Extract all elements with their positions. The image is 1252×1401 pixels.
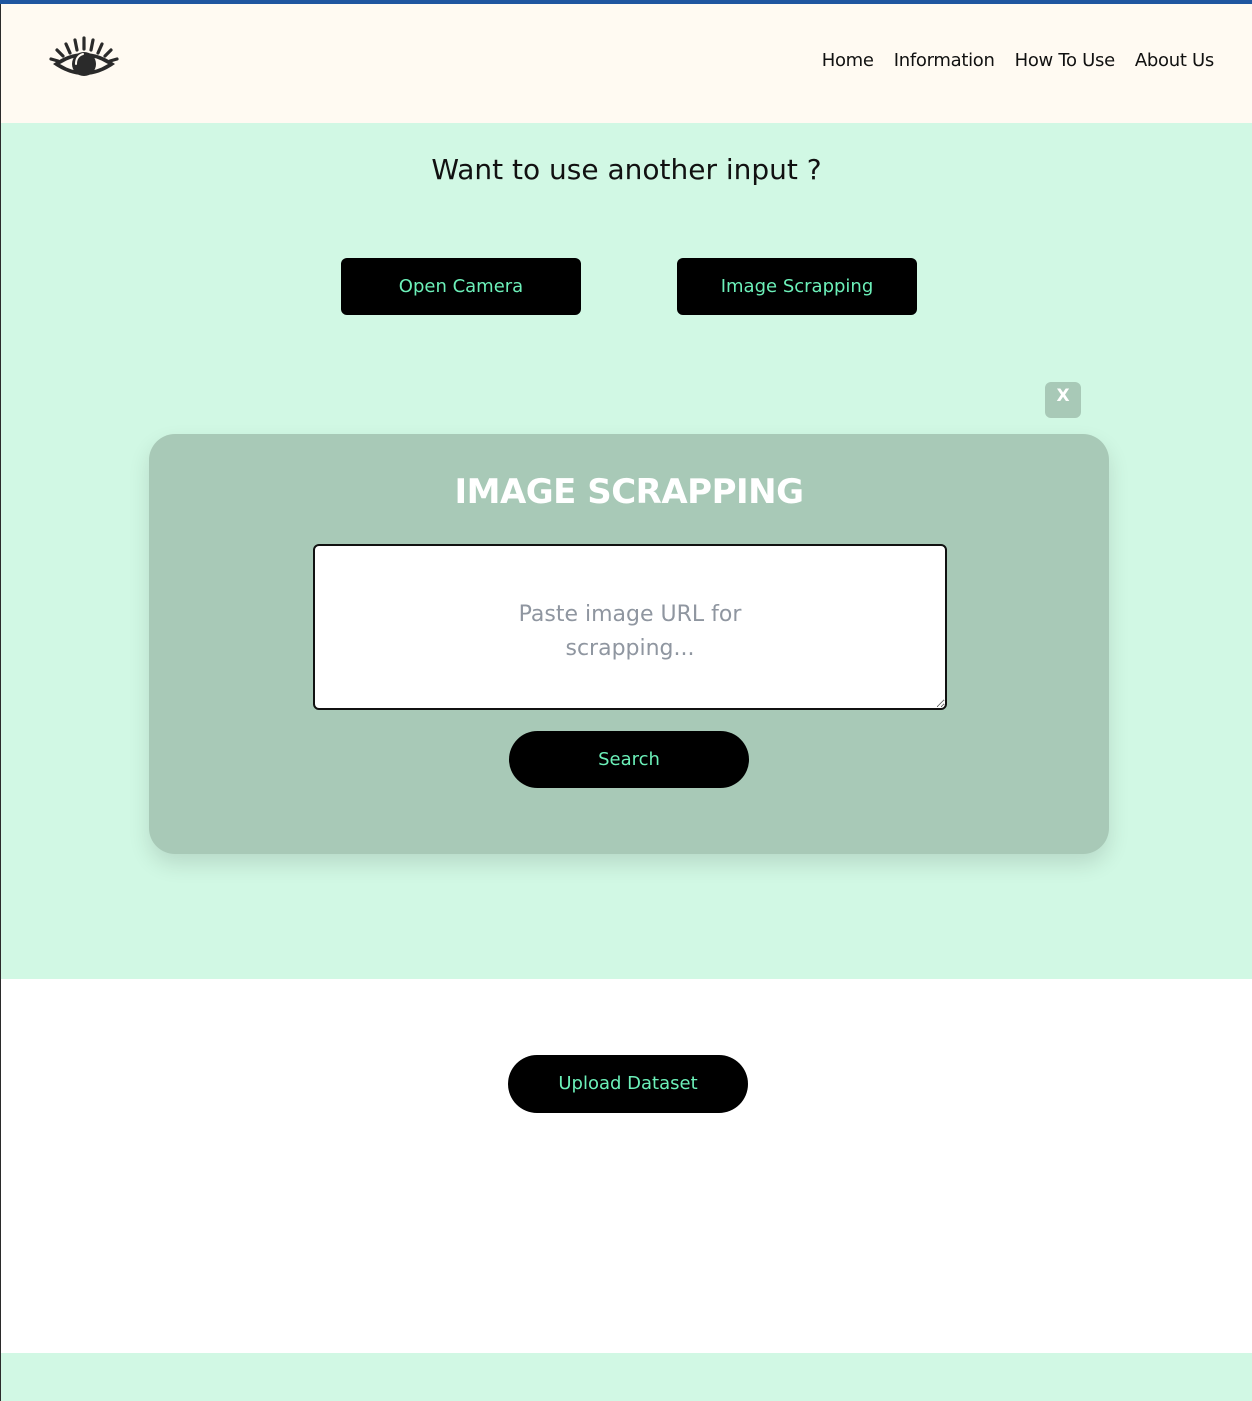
close-modal-button[interactable]: X xyxy=(1045,382,1081,418)
image-scrapping-button[interactable]: Image Scrapping xyxy=(677,258,917,315)
site-header: Home Information How To Use About Us xyxy=(1,4,1252,123)
nav-about-us[interactable]: About Us xyxy=(1135,50,1214,71)
main-nav: Home Information How To Use About Us xyxy=(822,50,1215,71)
nav-how-to-use[interactable]: How To Use xyxy=(1015,50,1116,71)
footer-band xyxy=(1,1353,1252,1401)
image-scrapping-modal: IMAGE SCRAPPING Search xyxy=(149,434,1109,854)
open-camera-button[interactable]: Open Camera xyxy=(341,258,581,315)
image-url-input[interactable] xyxy=(313,544,947,710)
nav-home[interactable]: Home xyxy=(822,50,874,71)
eye-logo-icon[interactable] xyxy=(48,34,120,88)
nav-information[interactable]: Information xyxy=(894,50,995,71)
modal-title: IMAGE SCRAPPING xyxy=(454,472,804,512)
section-title: Want to use another input ? xyxy=(431,153,822,186)
search-button[interactable]: Search xyxy=(509,731,749,788)
upload-dataset-button[interactable]: Upload Dataset xyxy=(508,1055,748,1113)
alternate-input-section: Want to use another input ? Open Camera … xyxy=(1,123,1252,979)
